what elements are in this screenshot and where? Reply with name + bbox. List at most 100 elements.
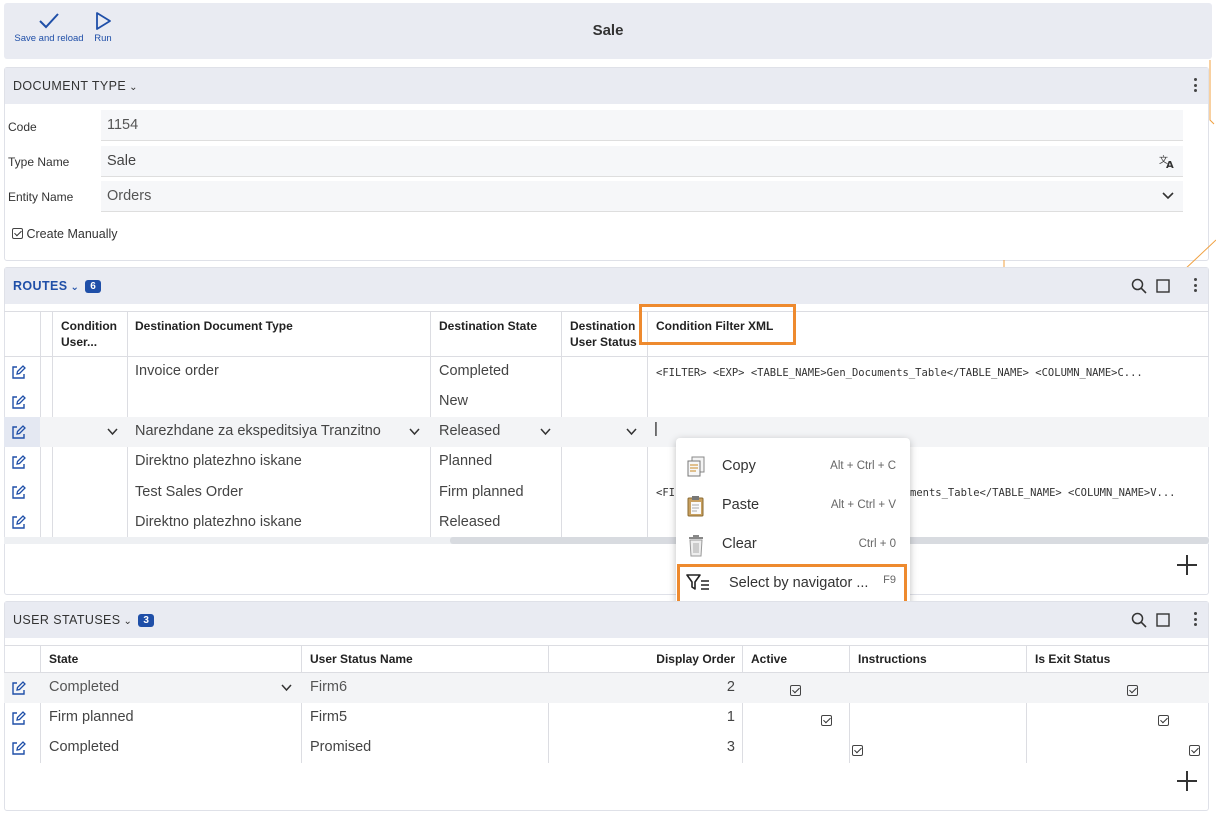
column-header-user-status-name[interactable]: User Status Name [310, 651, 413, 667]
entity-name-value: Orders [107, 188, 152, 204]
route-state[interactable]: Released [439, 514, 500, 530]
divider [1026, 645, 1027, 763]
column-header-condition-user[interactable]: Condition User... [61, 318, 125, 350]
routes-count-badge: 6 [85, 280, 102, 293]
user-statuses-count-badge: 3 [138, 614, 155, 627]
context-menu-copy[interactable]: Copy Alt + Ctrl + C [676, 448, 910, 484]
column-header-destination-user-status[interactable]: Destination User Status [570, 318, 642, 350]
maximize-icon[interactable] [1156, 279, 1170, 293]
divider [40, 645, 41, 763]
chevron-down-icon[interactable] [281, 684, 292, 692]
divider [4, 645, 1209, 646]
status-display-order[interactable]: 1 [560, 709, 735, 725]
search-icon[interactable] [1131, 612, 1147, 628]
route-condition-xml[interactable]: <FILTER> <EXP> <TABLE_NAME>Gen_Documents… [656, 367, 1204, 379]
chevron-down-icon: ⌄ [129, 82, 138, 93]
type-name-label: Type Name [8, 155, 70, 169]
route-state[interactable]: New [439, 393, 468, 409]
route-doc-type[interactable]: Test Sales Order [135, 484, 243, 500]
status-display-order[interactable]: 2 [560, 679, 735, 695]
user-statuses-title: USER STATUSES ⌄ 3 [13, 613, 155, 627]
route-condition-xml[interactable]: ments_Table</TABLE_NAME> <COLUMN_NAME>V.… [910, 487, 1204, 499]
active-checkbox[interactable] [851, 745, 863, 756]
create-manually-checkbox[interactable]: Create Manually [12, 227, 118, 241]
edit-icon[interactable] [11, 395, 26, 410]
status-state[interactable]: Completed [49, 679, 119, 695]
exit-status-checkbox[interactable] [1127, 685, 1139, 696]
status-name[interactable]: Firm5 [310, 709, 347, 725]
column-header-destination-state[interactable]: Destination State [439, 318, 537, 334]
edit-icon[interactable] [11, 425, 26, 440]
edit-icon[interactable] [11, 485, 26, 500]
exit-status-checkbox[interactable] [1189, 745, 1201, 756]
search-icon[interactable] [1131, 278, 1147, 294]
chevron-down-icon[interactable] [107, 428, 118, 436]
add-route-button[interactable] [1177, 555, 1197, 575]
divider [548, 645, 549, 763]
route-doc-type[interactable]: Invoice order [135, 363, 219, 379]
column-header-state[interactable]: State [49, 651, 78, 667]
trash-icon [689, 535, 703, 557]
page-title: Sale [592, 22, 624, 39]
more-options-icon[interactable] [1194, 278, 1198, 294]
status-state[interactable]: Completed [49, 739, 119, 755]
edit-icon[interactable] [11, 515, 26, 530]
user-statuses-header[interactable]: USER STATUSES ⌄ 3 [5, 602, 1208, 638]
checkbox-checked-icon [12, 228, 23, 239]
code-label: Code [8, 120, 37, 134]
chevron-down-icon[interactable] [626, 428, 637, 436]
route-state[interactable]: Completed [439, 363, 509, 379]
chevron-down-icon[interactable] [409, 428, 420, 436]
column-header-active[interactable]: Active [751, 651, 787, 667]
more-options-icon[interactable] [1194, 612, 1198, 628]
add-user-status-button[interactable] [1177, 771, 1197, 791]
status-name[interactable]: Promised [310, 739, 371, 755]
route-state[interactable]: Released [439, 423, 500, 439]
divider [4, 356, 1209, 357]
highlight-box [677, 564, 907, 605]
chevron-down-icon: ⌄ [123, 616, 133, 627]
active-checkbox[interactable] [820, 715, 832, 726]
copy-icon [687, 456, 705, 477]
status-display-order[interactable]: 3 [560, 739, 735, 755]
top-toolbar: Save and reload Run Sale [4, 3, 1212, 59]
status-name[interactable]: Firm6 [310, 679, 347, 695]
type-name-value: Sale [107, 153, 137, 169]
column-header-is-exit-status[interactable]: Is Exit Status [1035, 651, 1110, 667]
context-menu-clear[interactable]: Clear Ctrl + 0 [676, 526, 910, 562]
chevron-down-icon[interactable] [540, 428, 551, 436]
divider [742, 645, 743, 763]
document-type-title: DOCUMENT TYPE ⌄ [13, 79, 138, 93]
route-state[interactable]: Firm planned [439, 484, 524, 500]
route-doc-type[interactable]: Narezhdane za ekspeditsiya Tranzitno [135, 423, 403, 439]
context-menu-paste[interactable]: Paste Alt + Ctrl + V [676, 487, 910, 523]
context-menu-clear-label: Clear [722, 536, 757, 552]
context-menu-paste-shortcut: Alt + Ctrl + V [830, 499, 896, 511]
maximize-icon[interactable] [1156, 613, 1170, 627]
route-condition-xml[interactable]: <FI [656, 487, 675, 499]
divider [849, 645, 850, 763]
paste-icon [687, 496, 704, 517]
edit-icon[interactable] [11, 681, 26, 696]
divider [4, 311, 1209, 312]
route-doc-type[interactable]: Direktno platezhno iskane [135, 514, 302, 530]
route-state[interactable]: Planned [439, 453, 492, 469]
context-menu-paste-label: Paste [722, 497, 760, 513]
edit-icon[interactable] [11, 711, 26, 726]
edit-icon[interactable] [11, 741, 26, 756]
status-state[interactable]: Firm planned [49, 709, 134, 725]
route-doc-type[interactable]: Direktno platezhno iskane [135, 453, 302, 469]
user-statuses-panel: USER STATUSES ⌄ 3 [4, 601, 1209, 811]
active-checkbox[interactable] [790, 685, 801, 696]
context-menu-copy-shortcut: Alt + Ctrl + C [830, 460, 896, 472]
column-header-display-order[interactable]: Display Order [560, 651, 735, 667]
chevron-down-icon: ⌄ [70, 282, 80, 293]
column-header-instructions[interactable]: Instructions [858, 651, 927, 667]
text-cursor[interactable]: | [654, 420, 658, 437]
routes-header[interactable]: ROUTES ⌄ 6 [5, 268, 1208, 304]
edit-icon[interactable] [11, 455, 26, 470]
column-header-destination-document-type[interactable]: Destination Document Type [135, 318, 293, 334]
exit-status-checkbox[interactable] [1158, 715, 1170, 726]
routes-title: ROUTES ⌄ 6 [13, 279, 102, 293]
edit-icon[interactable] [11, 365, 26, 380]
